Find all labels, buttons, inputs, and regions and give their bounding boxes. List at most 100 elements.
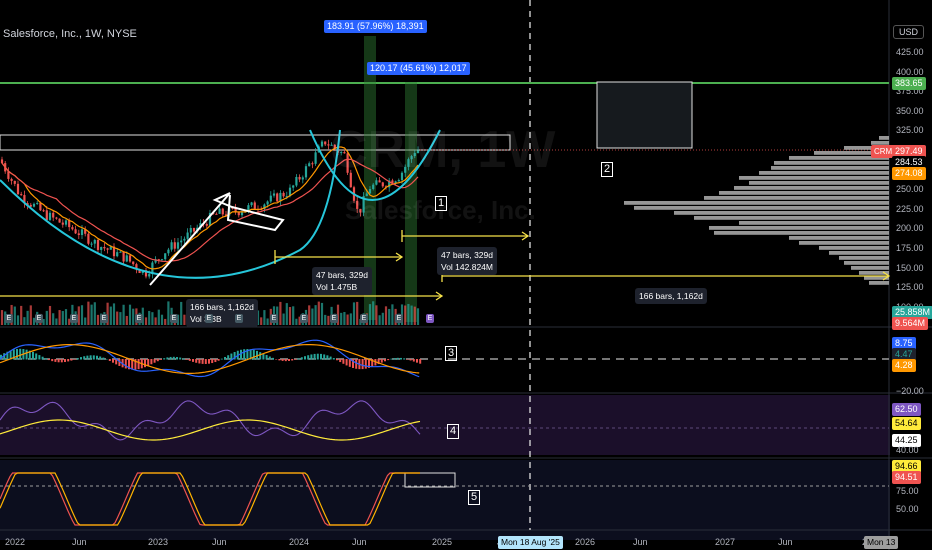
earnings-marker[interactable]: E — [5, 314, 13, 323]
candle-body — [276, 193, 279, 202]
macd-bar — [150, 359, 153, 365]
candle-body — [189, 228, 192, 233]
volume-profile-bar — [851, 266, 889, 270]
earnings-marker[interactable]: E — [100, 314, 108, 323]
volume-profile-bar — [709, 226, 889, 230]
earnings-marker[interactable]: E — [205, 314, 213, 323]
macd-bar — [252, 349, 255, 360]
volume-bar — [52, 313, 55, 325]
volume-bar — [266, 318, 269, 325]
earnings-marker[interactable]: E — [270, 314, 278, 323]
candle-body — [324, 141, 327, 145]
macd-bar — [195, 359, 198, 363]
volume-bar — [349, 313, 352, 325]
candle-body — [16, 183, 20, 195]
candle-body — [295, 176, 298, 186]
volume-bar — [282, 313, 285, 325]
time-tick: 2023 — [148, 537, 169, 547]
earnings-marker[interactable]: E — [395, 314, 403, 323]
candle-body — [170, 242, 173, 250]
candle-body — [304, 166, 308, 178]
macd-bar — [198, 359, 201, 364]
volume-bar — [16, 315, 20, 325]
currency-button[interactable]: USD — [893, 25, 925, 39]
watermark-symbol: CRM, 1W — [330, 121, 556, 179]
volume-bar — [58, 310, 61, 325]
earnings-marker[interactable]: E — [35, 314, 43, 323]
volume-bar — [340, 312, 343, 325]
earnings-marker[interactable]: E — [300, 314, 308, 323]
macd-bar — [336, 359, 338, 361]
info-box-b: 166 bars, 1,162d Vol 3.3B — [186, 299, 258, 327]
candle-body — [93, 239, 96, 244]
candle-body — [61, 222, 64, 225]
volume-bar — [378, 315, 381, 325]
earnings-marker[interactable]: E — [170, 314, 178, 323]
candle-body — [0, 159, 4, 164]
earnings-marker[interactable]: E — [330, 314, 338, 323]
macd-bar — [384, 359, 386, 362]
volume-profile-bar — [819, 246, 889, 250]
macd-bar — [272, 357, 274, 360]
volume-profile-bar — [869, 281, 889, 285]
level2-tag: 274.08 — [892, 167, 926, 180]
earnings-marker[interactable]: E — [235, 314, 243, 323]
macd-bar — [304, 356, 306, 360]
volume-bar — [324, 314, 327, 325]
price-tick: 250.00 — [896, 184, 924, 195]
time-tick: Jun — [212, 537, 227, 547]
macd-bar — [342, 359, 345, 364]
macd-bar — [166, 357, 169, 360]
candle-body — [58, 218, 61, 223]
macd-bar — [80, 357, 82, 360]
volume-bar — [352, 302, 356, 325]
candle-body — [55, 217, 58, 219]
macd-bar — [300, 357, 303, 360]
volume-profile-bar — [799, 241, 889, 245]
candle-body — [42, 210, 45, 212]
candle-body — [125, 255, 128, 262]
candle-body — [64, 220, 68, 225]
volume-bar — [48, 305, 52, 325]
macd-bar — [54, 359, 57, 362]
time-tick: Jun — [72, 537, 87, 547]
candle-body — [167, 249, 170, 254]
volume-bar — [125, 315, 128, 325]
macd-bar — [35, 353, 38, 360]
volume-profile-bar — [634, 206, 889, 210]
earnings-marker[interactable]: E — [70, 314, 78, 323]
macd-bar — [204, 359, 207, 364]
macd-bar — [297, 358, 300, 360]
price-tick: 150.00 — [896, 262, 924, 273]
candle-body — [39, 202, 42, 211]
volume-bar — [314, 305, 317, 325]
earnings-marker[interactable]: E — [360, 314, 368, 323]
candle-body — [381, 182, 384, 187]
macd-bar — [224, 356, 226, 360]
symbol-header[interactable]: Salesforce, Inc., 1W, NYSE — [3, 28, 137, 40]
volume-bar — [384, 306, 388, 325]
candle-body — [77, 233, 80, 236]
macd-bar — [188, 359, 191, 361]
macd-bar — [67, 359, 70, 362]
info-box-d: 166 bars, 1,162d — [635, 288, 707, 304]
time-tick: Jun — [633, 537, 648, 547]
stoch-level1-label: 75.00 — [896, 486, 919, 496]
volume-bar — [356, 301, 359, 325]
earnings-marker[interactable]: E — [135, 314, 143, 323]
volume-bar — [64, 309, 68, 325]
macd-bar — [400, 357, 402, 360]
candle-body — [36, 202, 39, 204]
candle-body — [183, 238, 186, 241]
macd-bar — [409, 359, 412, 361]
price-tick: 425.00 — [896, 47, 924, 57]
earnings-marker[interactable]: E — [426, 314, 434, 323]
macd-bar — [291, 359, 294, 361]
candle-body — [272, 193, 276, 196]
candle-body — [301, 177, 304, 180]
macd-bar — [339, 359, 342, 363]
price-tick: 225.00 — [896, 203, 924, 214]
candle-body — [87, 233, 90, 244]
candle-body — [176, 242, 180, 249]
target-price-tag: 383.65 — [892, 77, 926, 90]
